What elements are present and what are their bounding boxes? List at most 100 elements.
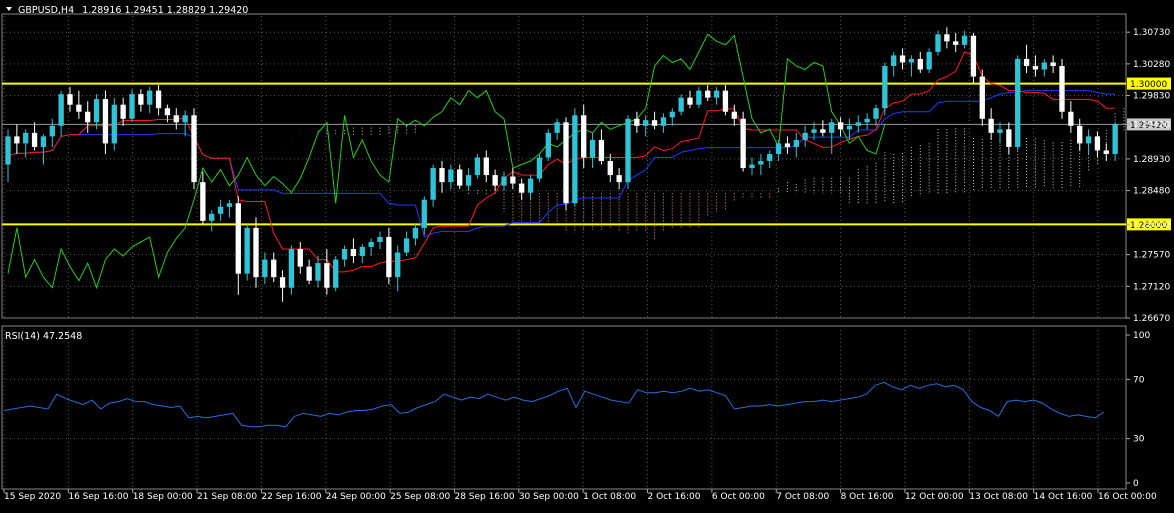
price-tick-label: 1.29830	[1133, 92, 1170, 102]
candle-body	[935, 34, 941, 52]
time-tick-label: 30 Sep 00:00	[519, 492, 579, 502]
time-tick-label: 14 Oct 16:00	[1034, 492, 1093, 502]
candle-body	[31, 132, 38, 147]
candle-body	[102, 99, 109, 144]
price-tick-label: 1.29420	[1133, 120, 1170, 130]
time-tick-label: 13 Oct 08:00	[969, 492, 1028, 502]
candle-body	[1085, 136, 1092, 144]
candle-body	[669, 111, 675, 118]
price-tick-label: 1.30280	[1133, 60, 1170, 70]
candle-body	[767, 153, 773, 162]
price-tick-label: 1.26670	[1133, 314, 1170, 324]
candle-body	[333, 259, 339, 288]
candle-body	[288, 249, 295, 288]
candle-body	[545, 132, 551, 158]
candle-body	[572, 115, 578, 204]
time-tick-label: 8 Oct 16:00	[841, 492, 894, 502]
candle-body	[634, 118, 640, 126]
candle-body	[297, 249, 303, 267]
candle-body	[1068, 111, 1074, 126]
price-chart-svg: 1.30000 1.28000 1.29420 1.30730 1.30280 1.29…	[0, 0, 1174, 509]
candle-body	[643, 120, 649, 126]
candle-body	[465, 175, 472, 186]
candle-body	[306, 266, 312, 281]
candle-body	[829, 122, 835, 133]
candle-body	[961, 35, 968, 45]
candle-body	[85, 111, 91, 123]
candle-body	[687, 97, 693, 105]
candle-body	[448, 169, 454, 183]
time-tick-label: 21 Sep 08:00	[197, 492, 257, 502]
time-tick-label: 25 Sep 08:00	[390, 492, 450, 502]
price-tick-label: 1.30730	[1133, 28, 1170, 38]
candle-body	[93, 99, 100, 123]
candle-body	[660, 117, 667, 126]
candle-body	[908, 58, 915, 63]
candle-body	[1015, 58, 1021, 147]
time-tick-label: 6 Oct 00:00	[712, 492, 765, 502]
candle-body	[244, 227, 250, 274]
candle-body	[315, 263, 321, 281]
candle-body	[510, 176, 516, 184]
candle-body	[386, 237, 392, 278]
candle-body	[882, 65, 888, 109]
candle-body	[439, 168, 445, 183]
candle-body	[111, 104, 117, 144]
candle-body	[173, 115, 179, 123]
candle-body	[217, 206, 224, 214]
candle-body	[262, 259, 268, 278]
candle-body	[226, 203, 233, 207]
candle-body	[793, 139, 799, 147]
candle-body	[492, 175, 498, 186]
candle-body	[519, 183, 525, 193]
candle-body	[616, 175, 622, 183]
candle-body	[1050, 62, 1056, 66]
candle-body	[837, 122, 844, 130]
candle-body	[209, 213, 215, 221]
time-tick-label: 16 Oct 00:00	[1098, 492, 1157, 502]
candle-body	[1112, 124, 1118, 154]
time-tick-label: 24 Sep 00:00	[326, 492, 386, 502]
candle-body	[403, 238, 410, 253]
candle-body	[421, 199, 427, 228]
time-tick-label: 7 Oct 08:00	[776, 492, 829, 502]
candle-body	[811, 129, 817, 133]
candle-body	[324, 263, 330, 288]
candle-body	[14, 136, 20, 144]
candle-body	[740, 118, 746, 169]
candle-body	[864, 118, 870, 123]
candle-body	[899, 55, 906, 63]
candle-body	[1103, 150, 1109, 154]
candle-body	[1094, 136, 1101, 151]
candle-body	[76, 104, 82, 112]
candle-body	[359, 246, 365, 257]
candle-body	[926, 51, 932, 70]
candle-body	[988, 118, 994, 133]
candle-body	[235, 203, 241, 274]
ohlc-label: 1.28916 1.29451 1.28829 1.29420	[82, 5, 248, 16]
time-tick-label: 18 Sep 00:00	[133, 492, 193, 502]
candle-body	[40, 136, 47, 147]
candle-body	[1032, 65, 1039, 70]
candle-body	[1059, 65, 1065, 112]
candle-body	[253, 227, 259, 278]
candle-body	[979, 76, 985, 119]
price-tick-label: 1.28480	[1133, 187, 1170, 197]
candle-body	[598, 139, 605, 162]
candle-body	[696, 90, 702, 105]
candle-body	[58, 94, 64, 126]
candle-body	[164, 108, 171, 116]
candle-body	[1041, 62, 1047, 70]
time-tick-label: 2 Oct 16:00	[648, 492, 701, 502]
candle-body	[191, 115, 197, 183]
candle-body	[784, 143, 791, 147]
price-tick-label: 1.28930	[1133, 155, 1170, 165]
candle-body	[917, 58, 923, 70]
candle-body	[563, 122, 569, 204]
candle-body	[953, 41, 959, 45]
candle-body	[368, 241, 374, 247]
rsi-label: RSI(14) 47.2548	[5, 331, 82, 342]
candle-body	[873, 108, 879, 119]
candle-body	[279, 277, 286, 288]
candle-body	[200, 182, 206, 221]
